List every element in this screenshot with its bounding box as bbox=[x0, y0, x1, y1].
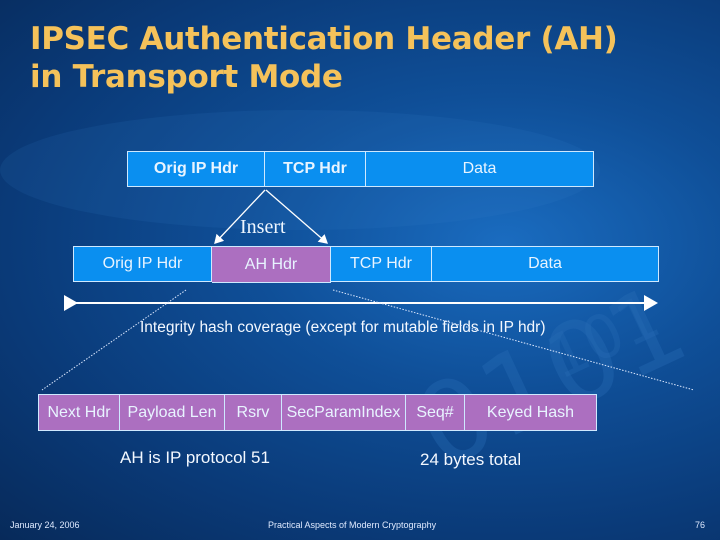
footer-course: Practical Aspects of Modern Cryptography bbox=[268, 520, 437, 530]
insert-arrow-right bbox=[265, 189, 328, 244]
expand-line-left bbox=[41, 289, 187, 391]
diagram-lines bbox=[41, 189, 695, 391]
expand-line-right bbox=[332, 289, 695, 391]
insert-arrow-left bbox=[214, 189, 266, 244]
footer-date: January 24, 2006 bbox=[10, 520, 80, 530]
footer-page: 76 bbox=[695, 520, 706, 530]
